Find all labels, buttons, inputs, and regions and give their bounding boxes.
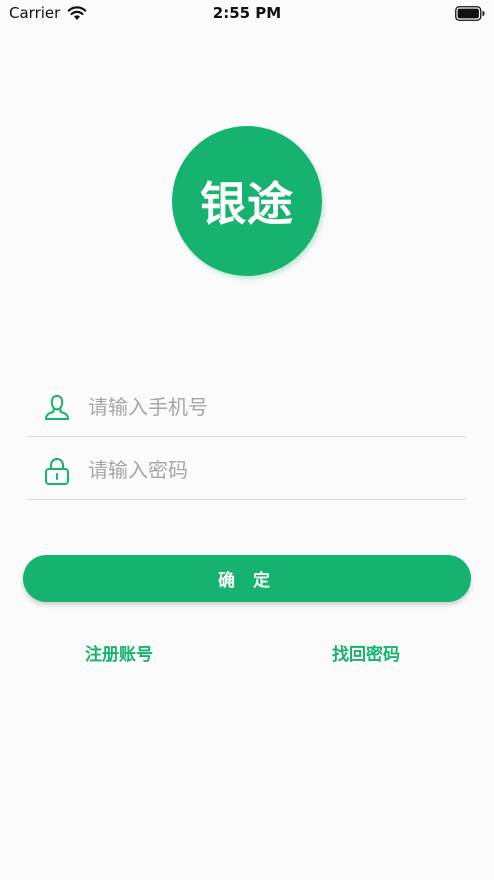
register-link[interactable]: 注册账号 [85,640,153,665]
status-time: 2:55 PM [212,4,282,22]
login-screen: Carrier 2:55 PM 银途 确 定 注册账号 找回密码 [0,0,494,880]
phone-field [28,377,466,437]
confirm-button[interactable]: 确 定 [23,555,471,602]
user-icon [45,394,69,420]
app-logo: 银途 [172,126,322,276]
status-bar: Carrier 2:55 PM [0,0,494,28]
password-field [28,440,466,500]
battery-icon [455,6,485,21]
logo-text: 银途 [200,177,294,231]
forgot-password-link[interactable]: 找回密码 [332,640,400,665]
lock-icon [45,458,69,485]
password-input[interactable] [88,452,448,488]
phone-input[interactable] [88,389,448,425]
